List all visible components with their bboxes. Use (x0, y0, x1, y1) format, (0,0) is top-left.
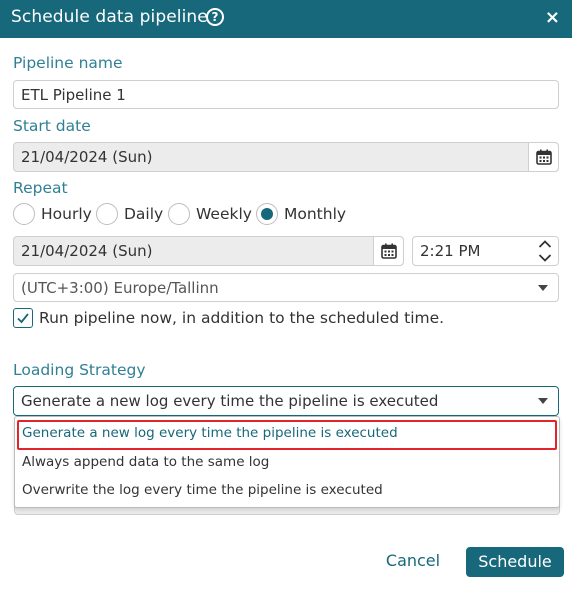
radio-daily-circle[interactable] (96, 203, 118, 225)
dropdown-option[interactable]: Generate a new log every time the pipeli… (15, 419, 559, 450)
loading-strategy-dropdown: Generate a new log every time the pipeli… (14, 416, 560, 508)
start-date-label: Start date (13, 117, 91, 135)
cancel-button[interactable]: Cancel (380, 551, 446, 575)
start-date-value: 21/04/2024 (Sun) (21, 148, 153, 166)
timezone-select[interactable]: (UTC+3:00) Europe/Tallinn (13, 273, 559, 302)
calendar-icon (536, 149, 552, 165)
repeat-date-value: 21/04/2024 (Sun) (21, 242, 153, 260)
help-icon[interactable]: ? (206, 8, 224, 26)
start-date-calendar-button[interactable] (528, 143, 558, 171)
chevron-up-icon[interactable] (538, 239, 552, 249)
repeat-date-field[interactable]: 21/04/2024 (Sun) (13, 236, 404, 266)
dialog-title: Schedule data pipeline (11, 7, 208, 27)
pipeline-name-label: Pipeline name (13, 54, 123, 72)
dialog-titlebar: Schedule data pipeline ? × (0, 0, 572, 38)
schedule-button[interactable]: Schedule (466, 547, 564, 577)
repeat-date-calendar-button[interactable] (373, 237, 403, 265)
radio-hourly-circle[interactable] (13, 203, 35, 225)
run-now-checkbox[interactable] (13, 308, 33, 328)
start-date-field[interactable]: 21/04/2024 (Sun) (13, 142, 559, 172)
loading-strategy-select[interactable]: Generate a new log every time the pipeli… (13, 386, 559, 416)
time-stepper[interactable] (534, 237, 556, 265)
pipeline-name-input[interactable]: ETL Pipeline 1 (13, 80, 559, 109)
caret-down-icon (538, 285, 548, 291)
pipeline-name-value: ETL Pipeline 1 (21, 86, 126, 104)
radio-weekly-circle[interactable] (168, 203, 190, 225)
radio-hourly-label: Hourly (41, 205, 92, 223)
dropdown-option-label: Generate a new log every time the pipeli… (22, 425, 398, 441)
dropdown-option-label: Overwrite the log every time the pipelin… (22, 482, 383, 498)
close-icon[interactable]: × (545, 7, 560, 28)
checkmark-icon (17, 313, 29, 324)
dropdown-option[interactable]: Overwrite the log every time the pipelin… (15, 476, 559, 504)
repeat-label: Repeat (13, 179, 68, 197)
loading-strategy-label: Loading Strategy (13, 361, 146, 379)
radio-weekly-label: Weekly (196, 205, 252, 223)
timezone-value: (UTC+3:00) Europe/Tallinn (21, 279, 219, 297)
dropdown-option[interactable]: Always append data to the same log (15, 448, 559, 476)
chevron-down-icon[interactable] (538, 253, 552, 263)
radio-daily-label: Daily (124, 205, 164, 223)
run-now-label: Run pipeline now, in addition to the sch… (39, 309, 445, 327)
calendar-icon (381, 243, 397, 259)
schedule-dialog: Schedule data pipeline ? × Pipeline name… (0, 0, 572, 589)
time-value: 2:21 PM (420, 242, 481, 260)
caret-down-icon (538, 398, 548, 404)
radio-monthly-circle[interactable] (256, 203, 278, 225)
dropdown-option-label: Always append data to the same log (22, 454, 270, 470)
loading-strategy-value: Generate a new log every time the pipeli… (21, 392, 439, 410)
time-input[interactable]: 2:21 PM (412, 236, 559, 266)
radio-monthly-label: Monthly (284, 205, 347, 223)
